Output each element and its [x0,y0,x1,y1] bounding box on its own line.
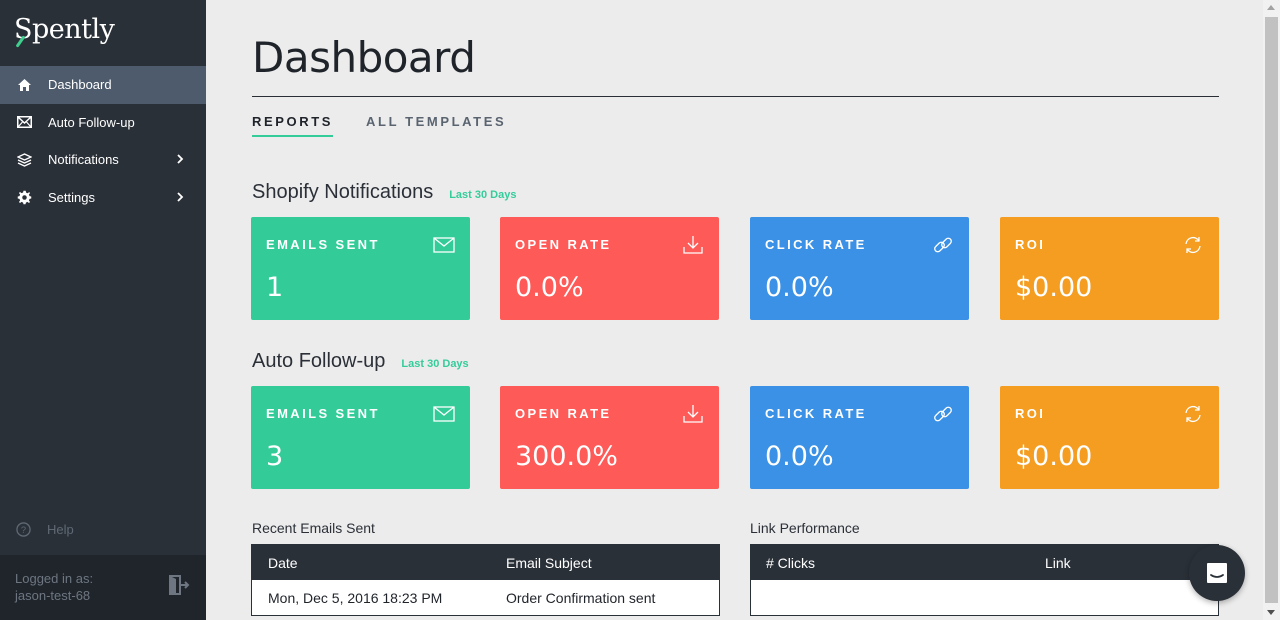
chat-launcher-button[interactable] [1189,545,1245,601]
envelope-icon [17,115,32,130]
stat-value: $0.00 [1015,272,1093,303]
layers-icon [17,152,32,167]
stat-card-emails-sent[interactable]: EMAILS SENT 3 [251,386,470,489]
refresh-icon [1185,405,1201,423]
section-title-shopify-notifications: Shopify Notifications Last 30 Days [252,181,516,204]
shopify-stat-cards: EMAILS SENT 1 OPEN RATE 0.0% CLICK RATE … [251,217,1219,320]
sidebar-item-label: Auto Follow-up [48,114,135,130]
section-heading: Shopify Notifications [252,181,434,203]
link-icon [934,237,952,253]
stat-value: 0.0% [765,272,834,303]
tab-reports[interactable]: REPORTS [252,114,334,137]
column-header-email-subject: Email Subject [506,555,592,571]
table-header: Date Email Subject [252,545,719,580]
cell-email-subject: Order Confirmation sent [506,590,656,606]
recent-emails-title: Recent Emails Sent [252,520,375,536]
table-empty-row [751,580,1218,615]
stat-label: ROI [1015,406,1046,421]
column-header-date: Date [268,555,298,571]
stat-value: $0.00 [1015,441,1093,472]
stat-value: 1 [266,272,284,303]
stat-label: EMAILS SENT [266,406,380,421]
page-title: Dashboard [252,33,476,82]
logged-in-label: Logged in as: [15,571,94,586]
stat-label: EMAILS SENT [266,237,380,252]
chevron-right-icon [177,191,184,202]
column-header-link: Link [1045,555,1071,571]
stat-card-open-rate[interactable]: OPEN RATE 0.0% [500,217,719,320]
sidebar-item-label: Notifications [48,152,119,168]
sidebar-item-notifications[interactable]: Notifications [0,141,206,179]
title-divider [252,96,1219,97]
stat-value: 0.0% [765,441,834,472]
stat-card-click-rate[interactable]: CLICK RATE 0.0% [750,217,969,320]
stat-value: 300.0% [515,441,618,472]
recent-emails-table: Date Email Subject Mon, Dec 5, 2016 18:2… [251,544,720,616]
stat-label: CLICK RATE [765,406,867,421]
sidebar-footer: Logged in as: jason-test-68 [0,555,206,620]
stat-card-click-rate[interactable]: CLICK RATE 0.0% [750,386,969,489]
envelope-icon [433,237,455,253]
sidebar-item-label: Dashboard [48,77,112,93]
sidebar: Spently Dashboard Auto Follow-up Notific… [0,0,206,620]
help-link[interactable]: ? Help [16,522,74,537]
download-icon [683,405,703,423]
sidebar-nav: Dashboard Auto Follow-up Notifications S… [0,66,206,216]
username: jason-test-68 [15,588,91,603]
tab-all-templates[interactable]: ALL TEMPLATES [366,114,506,137]
table-header: # Clicks Link [751,545,1218,580]
report-tabs: REPORTS ALL TEMPLATES [252,114,539,137]
section-title-auto-follow-up: Auto Follow-up Last 30 Days [252,350,469,373]
table-row[interactable]: Mon, Dec 5, 2016 18:23 PM Order Confirma… [252,580,719,615]
logout-icon[interactable] [168,574,190,596]
logged-in-info: Logged in as: jason-test-68 [15,570,93,604]
sidebar-item-label: Settings [48,189,95,205]
stat-card-open-rate[interactable]: OPEN RATE 300.0% [500,386,719,489]
stat-label: OPEN RATE [515,237,612,252]
scrollbar-thumb[interactable] [1265,17,1278,603]
download-icon [683,236,703,254]
chevron-right-icon [177,154,184,164]
chat-icon [1207,563,1227,583]
gear-icon [17,190,32,205]
svg-text:?: ? [21,525,26,535]
help-circle-icon: ? [16,522,31,537]
sidebar-item-auto-follow-up[interactable]: Auto Follow-up [0,104,206,142]
date-range-label: Last 30 Days [449,189,517,201]
scroll-up-arrow-icon[interactable] [1267,5,1275,10]
stat-label: OPEN RATE [515,406,612,421]
column-header-clicks: # Clicks [766,555,816,571]
section-heading: Auto Follow-up [252,350,386,372]
stat-card-emails-sent[interactable]: EMAILS SENT 1 [251,217,470,320]
link-performance-title: Link Performance [750,520,860,536]
stat-label: CLICK RATE [765,237,867,252]
stat-value: 3 [266,441,284,472]
refresh-icon [1185,236,1201,254]
stat-card-roi[interactable]: ROI $0.00 [1000,386,1219,489]
stat-value: 0.0% [515,272,584,303]
sidebar-item-settings[interactable]: Settings [0,179,206,217]
home-icon [17,77,32,92]
page-scrollbar[interactable] [1263,0,1280,620]
help-label: Help [47,522,74,537]
stat-card-roi[interactable]: ROI $0.00 [1000,217,1219,320]
stat-label: ROI [1015,237,1046,252]
envelope-icon [433,406,455,422]
spently-logo[interactable]: Spently [14,14,115,48]
date-range-label: Last 30 Days [401,358,469,370]
sidebar-item-dashboard[interactable]: Dashboard [0,66,206,104]
cell-date: Mon, Dec 5, 2016 18:23 PM [268,590,443,606]
auto-follow-up-stat-cards: EMAILS SENT 3 OPEN RATE 300.0% CLICK RAT… [251,386,1219,489]
link-performance-table: # Clicks Link [750,544,1219,616]
scroll-down-arrow-icon[interactable] [1267,610,1275,615]
link-icon [934,406,952,422]
